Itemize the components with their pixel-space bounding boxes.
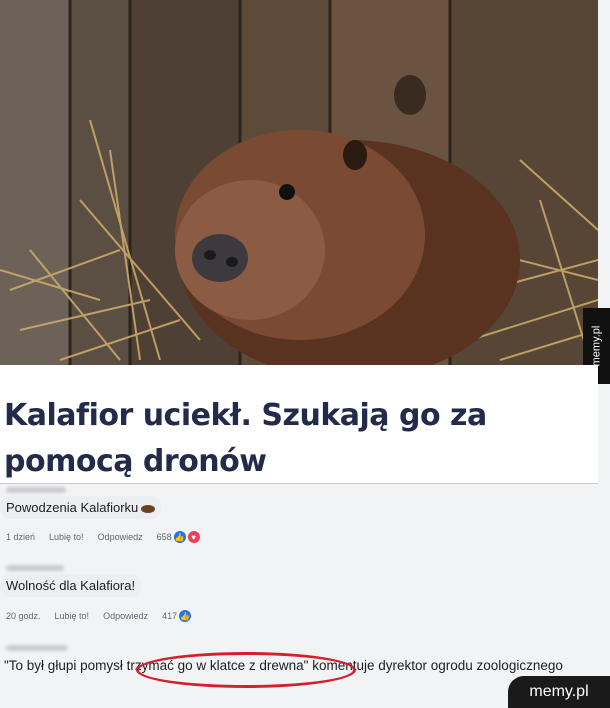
corner-watermark: memy.pl: [508, 676, 610, 708]
comment-text: "To był głupi pomysł trzymać go w klatce…: [4, 658, 563, 673]
comment-bubble: Wolność dla Kalafiora!: [0, 574, 142, 597]
like-reaction-icon: 👍: [173, 531, 186, 543]
comment-time[interactable]: 1 dzień: [6, 532, 35, 542]
comment: Wolność dla Kalafiora!: [0, 574, 142, 597]
reaction-count: 417: [162, 611, 178, 621]
article-headline[interactable]: Kalafior uciekł. Szukają go za pomocą dr…: [4, 393, 594, 485]
author-name[interactable]: [6, 565, 64, 571]
reply-link[interactable]: Odpowiedz: [103, 611, 148, 621]
beaver-photo: [0, 0, 598, 365]
like-link[interactable]: Lubię to!: [49, 532, 84, 542]
beaver-emoji-icon: [141, 504, 156, 513]
comment-meta: 20 godz. Lubię to! Odpowiedz 417 👍: [6, 610, 192, 622]
comment: Powodzenia Kalafiorku: [0, 496, 162, 519]
comment-meta: 1 dzień Lubię to! Odpowiedz 658 👍 ♥: [6, 531, 200, 543]
author-name[interactable]: [6, 487, 66, 493]
reactions[interactable]: 658 👍 ♥: [157, 531, 200, 543]
reactions[interactable]: 417 👍: [162, 610, 192, 622]
comment-bubble: Powodzenia Kalafiorku: [0, 496, 162, 519]
comment-text: Powodzenia Kalafiorku: [6, 500, 139, 515]
love-reaction-icon: ♥: [187, 531, 200, 543]
comment-time[interactable]: 20 godz.: [6, 611, 41, 621]
like-reaction-icon: 👍: [179, 610, 192, 622]
comment-text: Wolność dla Kalafiora!: [6, 578, 136, 593]
reaction-count: 658: [156, 532, 172, 542]
author-name[interactable]: [6, 645, 68, 651]
like-link[interactable]: Lubię to!: [55, 611, 90, 621]
article-card[interactable]: Kalafior uciekł. Szukają go za pomocą dr…: [0, 365, 598, 484]
reply-link[interactable]: Odpowiedz: [98, 532, 143, 542]
